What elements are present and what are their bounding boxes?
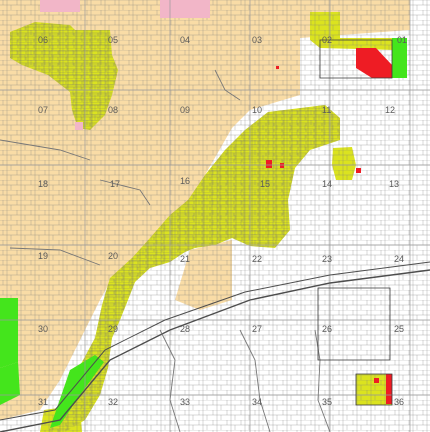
section-label-22: 22: [252, 254, 263, 264]
red-parcel: [374, 378, 379, 383]
pink-zone: [40, 0, 80, 12]
section-label-27: 27: [252, 324, 263, 334]
section-label-06: 06: [38, 35, 49, 45]
section-label-12: 12: [385, 105, 396, 115]
section-label-03: 03: [252, 35, 263, 45]
section-label-02: 02: [322, 35, 333, 45]
section-label-05: 05: [108, 35, 119, 45]
section-label-18: 18: [38, 179, 49, 189]
pink-zone: [160, 0, 210, 18]
section-label-07: 07: [38, 105, 49, 115]
red-parcel: [280, 163, 284, 168]
section-label-15: 15: [260, 179, 271, 189]
section-label-16: 16: [180, 176, 191, 186]
map-canvas[interactable]: 06 05 04 03 02 01 07 08 09 10 11 12 18 1…: [0, 0, 430, 432]
section-label-33: 33: [180, 397, 191, 407]
section-label-14: 14: [322, 179, 333, 189]
section-label-24: 24: [394, 254, 405, 264]
section-label-13: 13: [389, 179, 400, 189]
red-parcel: [276, 66, 279, 69]
section-label-11: 11: [322, 105, 332, 115]
section-label-20: 20: [108, 251, 119, 261]
section-label-32: 32: [108, 397, 119, 407]
section-label-36: 36: [394, 397, 405, 407]
section-label-26: 26: [322, 324, 333, 334]
section-label-01: 01: [397, 35, 408, 45]
map-drawing: [0, 0, 430, 432]
section-label-08: 08: [108, 105, 119, 115]
pink-zone: [75, 122, 83, 130]
section-label-25: 25: [394, 324, 405, 334]
section-label-09: 09: [180, 105, 191, 115]
section-label-23: 23: [322, 254, 333, 264]
red-parcel: [266, 160, 272, 168]
section-label-31: 31: [38, 397, 49, 407]
section-label-28: 28: [180, 324, 191, 334]
section-label-04: 04: [180, 35, 191, 45]
red-parcel: [356, 168, 361, 173]
section-label-10: 10: [252, 105, 263, 115]
section-label-35: 35: [322, 397, 333, 407]
section-label-30: 30: [38, 324, 49, 334]
section-label-29: 29: [108, 324, 119, 334]
section-label-34: 34: [252, 397, 263, 407]
red-zone-southeast: [386, 374, 392, 404]
section-label-17: 17: [110, 179, 121, 189]
green-zone-west: [0, 298, 18, 368]
section-label-19: 19: [38, 251, 49, 261]
section-label-21: 21: [180, 254, 191, 264]
